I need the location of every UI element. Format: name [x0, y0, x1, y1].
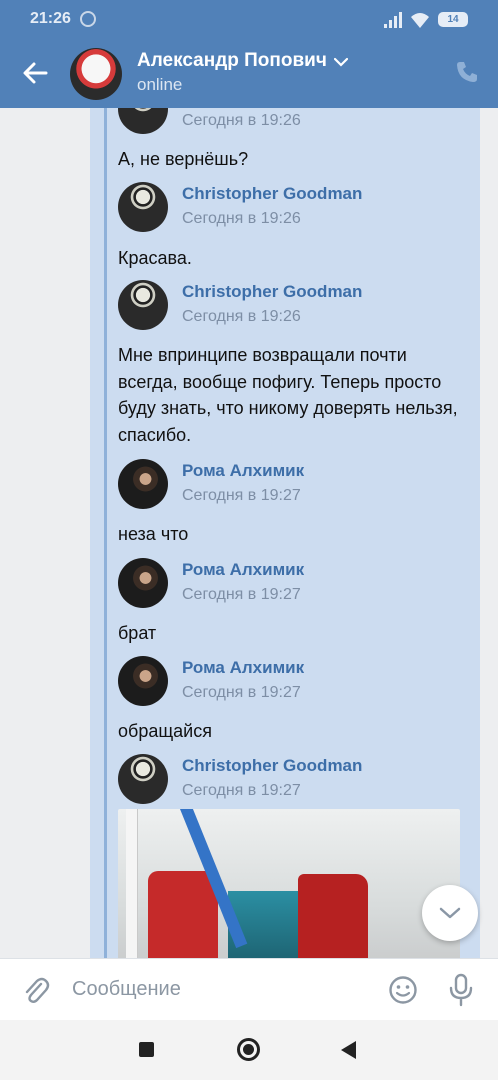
chevron-down-icon: [439, 907, 461, 919]
system-nav-bar: [0, 1020, 498, 1080]
message-author-block: Сегодня в 19:26: [118, 108, 448, 138]
message-text: Мне впринципе возвращали почти всегда, в…: [118, 345, 458, 445]
message-time: Сегодня в 19:26: [182, 308, 301, 325]
nav-recent-icon[interactable]: [139, 1042, 154, 1057]
message-input[interactable]: Сообщение: [72, 978, 372, 1001]
author-avatar[interactable]: [118, 280, 168, 330]
message-time: Сегодня в 19:27: [182, 684, 301, 701]
nav-home-icon[interactable]: [237, 1038, 260, 1061]
message-author-block: Рома Алхимик Сегодня в 19:27: [118, 459, 448, 513]
author-avatar[interactable]: [118, 558, 168, 608]
chat-title[interactable]: Александр Попович: [137, 50, 327, 72]
back-arrow-icon[interactable]: [20, 58, 50, 88]
author-avatar[interactable]: [118, 182, 168, 232]
battery-indicator: 14: [438, 12, 468, 27]
message-time: Сегодня в 19:26: [182, 112, 301, 129]
author-avatar[interactable]: [118, 108, 168, 134]
message-author-block: Рома Алхимик Сегодня в 19:27: [118, 656, 448, 710]
message-time: Сегодня в 19:26: [182, 210, 301, 227]
status-time: 21:26: [30, 10, 71, 27]
message-author-block: Christopher Goodman Сегодня в 19:26: [118, 280, 448, 334]
paperclip-icon[interactable]: [22, 975, 50, 1005]
chat-status: online: [137, 75, 183, 94]
smile-icon[interactable]: [388, 975, 418, 1005]
author-name[interactable]: Christopher Goodman: [182, 282, 362, 302]
message-author-block: Christopher Goodman Сегодня в 19:26: [118, 182, 448, 236]
signal-icon: [384, 12, 402, 28]
author-name[interactable]: Рома Алхимик: [182, 658, 304, 678]
message-text: брат: [118, 623, 157, 643]
chat-header: Александр Попович online: [0, 40, 498, 108]
phone-icon[interactable]: [455, 60, 479, 84]
status-bar: 21:26 14: [0, 0, 498, 40]
scroll-down-button[interactable]: [422, 885, 478, 941]
message-list[interactable]: Сегодня в 19:26 А, не вернёшь? Christoph…: [0, 108, 498, 958]
author-name[interactable]: Рома Алхимик: [182, 461, 304, 481]
message-text: неза что: [118, 524, 189, 544]
author-name[interactable]: Christopher Goodman: [182, 756, 362, 776]
message-composer: Сообщение: [0, 958, 498, 1020]
author-avatar[interactable]: [118, 656, 168, 706]
forward-indicator-line: [104, 108, 107, 958]
nav-back-icon[interactable]: [341, 1041, 356, 1059]
message-author-block: Рома Алхимик Сегодня в 19:27: [118, 558, 448, 612]
author-avatar[interactable]: [118, 754, 168, 804]
author-name[interactable]: Christopher Goodman: [182, 184, 362, 204]
message-text: А, не вернёшь?: [118, 149, 249, 169]
message-time: Сегодня в 19:27: [182, 782, 301, 799]
author-name[interactable]: Рома Алхимик: [182, 560, 304, 580]
alarm-icon: [80, 11, 96, 27]
photo-attachment[interactable]: [118, 809, 460, 958]
chevron-down-icon[interactable]: [334, 57, 348, 67]
microphone-icon[interactable]: [448, 973, 474, 1007]
message-text: Красава.: [118, 248, 192, 268]
chat-avatar[interactable]: [70, 48, 122, 100]
author-avatar[interactable]: [118, 459, 168, 509]
message-time: Сегодня в 19:27: [182, 586, 301, 603]
message-author-block: Christopher Goodman Сегодня в 19:27: [118, 754, 448, 808]
message-text: обращайся: [118, 721, 212, 741]
wifi-icon: [411, 13, 429, 28]
message-time: Сегодня в 19:27: [182, 487, 301, 504]
